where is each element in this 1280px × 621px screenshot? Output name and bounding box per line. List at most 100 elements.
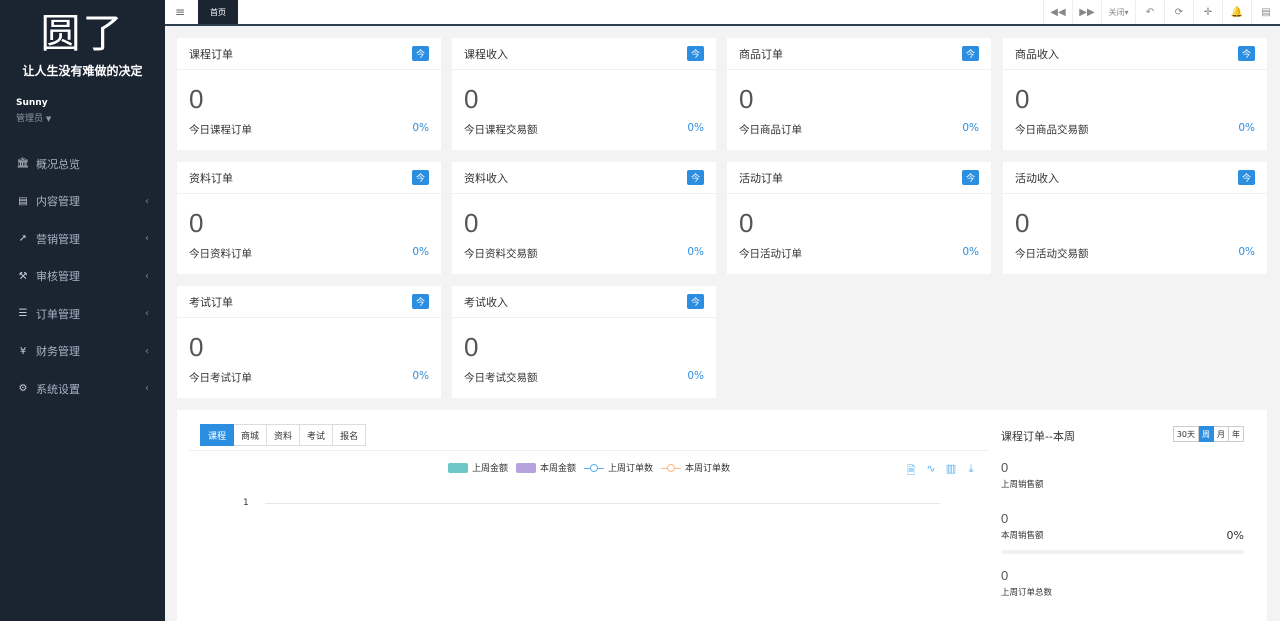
range-week[interactable]: 周 [1199, 426, 1214, 442]
sidebar-item-label: 系统设置 [36, 382, 80, 396]
stat-card: 活动订单 今 0 今日活动订单 0% [727, 162, 991, 274]
legend-item[interactable]: 本周金额 [516, 461, 576, 474]
card-value: 0 [189, 332, 204, 362]
card-footer: 今日课程订单 0% [177, 118, 441, 137]
bar-chart-icon[interactable]: ▥ [943, 462, 959, 481]
stat-card: 课程收入 今 0 今日课程交易额 0% [452, 38, 716, 150]
newspaper-icon: ▤ [18, 195, 28, 207]
sidebar-item-orders[interactable]: ☰ 订单管理 ‹ [0, 295, 165, 333]
paper-plane-icon: ➚ [18, 233, 28, 245]
top-tools: ◀◀ ▶▶ 关闭 ▾ ↶ ⟳ ✛ 🔔 ▤ [1043, 0, 1280, 24]
card-footer: 今日商品订单 0% [727, 118, 991, 137]
download-icon[interactable]: ⤓ [963, 462, 979, 481]
card-label: 今日课程订单 [189, 124, 252, 136]
menu-toggle-button[interactable]: ≡ [165, 0, 195, 24]
chart-legend: 上周金额 本周金额 上周订单数 本周订单数 [448, 461, 738, 474]
sidebar: 圆了 让人生没有难做的决定 Sunny 管理员 ▼ 🏛 概况总览 ▤ 内容管理 ‹ ➚… [0, 0, 165, 621]
scroll-tabs-right-button[interactable]: ▶▶ [1072, 0, 1101, 24]
range-month[interactable]: 月 [1214, 426, 1229, 442]
main-content: 课程订单今 0 今日课程订单 0% 课程收入今 0 今日课程交易额 0% 商品订单今 0 今日商品订… [165, 26, 1280, 621]
card-label: 今日考试交易额 [464, 372, 538, 384]
summary-title: 课程订单--本周 [1001, 430, 1075, 443]
stat-label: 上周销售额 [1001, 480, 1044, 490]
legend-item[interactable]: 上周订单数 [584, 461, 653, 474]
sidebar-item-review[interactable]: ⚒ 审核管理 ‹ [0, 258, 165, 296]
card-label: 今日活动订单 [739, 248, 802, 260]
close-tabs-dropdown[interactable]: 关闭 ▾ [1101, 0, 1135, 24]
legend-line-marker [584, 463, 605, 473]
card-label: 今日课程交易额 [464, 124, 538, 136]
card-value: 0 [1015, 84, 1030, 114]
card-value: 0 [739, 84, 754, 114]
refresh-button[interactable]: ⟳ [1164, 0, 1193, 24]
today-badge: 今 [411, 170, 429, 185]
settings-panel-button[interactable]: ▤ [1251, 0, 1280, 24]
card-footer: 今日商品交易额 0% [1003, 118, 1267, 137]
legend-swatch [448, 462, 468, 473]
card-footer: 今日考试交易额 0% [452, 366, 716, 385]
card-title: 资料订单 [189, 171, 233, 185]
tab-material[interactable]: 资料 [267, 424, 301, 446]
tab-mall[interactable]: 商城 [234, 424, 268, 446]
tab-signup[interactable]: 报名 [333, 424, 367, 446]
range-year[interactable]: 年 [1229, 426, 1244, 442]
refresh-icon: ⟳ [1174, 6, 1184, 18]
sidebar-item-marketing[interactable]: ➚ 营销管理 ‹ [0, 220, 165, 258]
sales-progress-bar [1001, 550, 1244, 554]
sidebar-item-finance[interactable]: ¥ 财务管理 ‹ [0, 333, 165, 371]
card-header: 资料订单 今 [177, 162, 441, 194]
card-title: 商品订单 [739, 47, 783, 61]
tab-course[interactable]: 课程 [200, 424, 235, 446]
card-value: 0 [1015, 208, 1030, 238]
card-value: 0 [464, 208, 479, 238]
bell-icon: 🔔 [1230, 6, 1244, 18]
sidebar-item-content[interactable]: ▤ 内容管理 ‹ [0, 183, 165, 221]
tab-exam[interactable]: 考试 [300, 424, 334, 446]
card-value: 0 [189, 208, 204, 238]
stat-card: 商品收入 今 0 今日商品交易额 0% [1003, 38, 1267, 150]
sidebar-item-label: 内容管理 [36, 195, 80, 209]
chevron-left-icon: ‹ [145, 383, 149, 395]
user-name: Sunny [16, 98, 48, 108]
legend-line-marker [661, 463, 682, 473]
tab-home[interactable]: 首页 [198, 0, 238, 24]
data-view-icon[interactable]: 🗎 [903, 462, 919, 481]
stat-value: 0 [1001, 511, 1009, 526]
card-footer: 今日活动交易额 0% [1003, 242, 1267, 261]
sidebar-item-overview[interactable]: 🏛 概况总览 [0, 145, 165, 183]
card-label: 今日考试订单 [189, 372, 252, 384]
range-30-days[interactable]: 30天 [1172, 426, 1199, 442]
card-title: 考试收入 [464, 295, 508, 309]
scroll-tabs-left-button[interactable]: ◀◀ [1043, 0, 1072, 24]
card-header: 活动收入 今 [1003, 162, 1267, 194]
card-percent: 0% [962, 246, 979, 258]
chart-gridline [265, 503, 940, 504]
fullscreen-button[interactable]: ✛ [1193, 0, 1222, 24]
bank-icon: 🏛 [16, 158, 30, 170]
card-footer: 今日资料交易额 0% [452, 242, 716, 261]
chevron-left-icon: ‹ [145, 345, 149, 357]
card-percent: 0% [687, 122, 704, 134]
card-percent: 0% [412, 122, 429, 134]
card-percent: 0% [412, 370, 429, 382]
legend-item[interactable]: 本周订单数 [661, 461, 730, 474]
card-title: 课程订单 [189, 47, 233, 61]
card-value: 0 [189, 84, 204, 114]
line-chart-icon[interactable]: ∿ [923, 462, 939, 481]
card-header: 考试订单 今 [177, 286, 441, 318]
sidebar-item-settings[interactable]: ⚙ 系统设置 ‹ [0, 370, 165, 408]
range-selector: 30天 周 月 年 [1172, 426, 1244, 442]
logo[interactable]: 圆了 让人生没有难做的决定 [0, 0, 165, 82]
today-badge: 今 [686, 170, 704, 185]
chevron-left-icon: ‹ [145, 270, 149, 282]
stat-label: 上周订单总数 [1001, 588, 1053, 598]
legend-label: 本周金额 [540, 464, 577, 474]
legend-item[interactable]: 上周金额 [448, 461, 508, 474]
card-percent: 0% [1238, 122, 1255, 134]
notifications-button[interactable]: 🔔 [1222, 0, 1251, 24]
user-role-dropdown[interactable]: 管理员 ▼ [16, 111, 149, 124]
today-badge: 今 [961, 170, 979, 185]
back-button[interactable]: ↶ [1135, 0, 1164, 24]
card-percent: 0% [412, 246, 429, 258]
card-header: 资料收入 今 [452, 162, 716, 194]
